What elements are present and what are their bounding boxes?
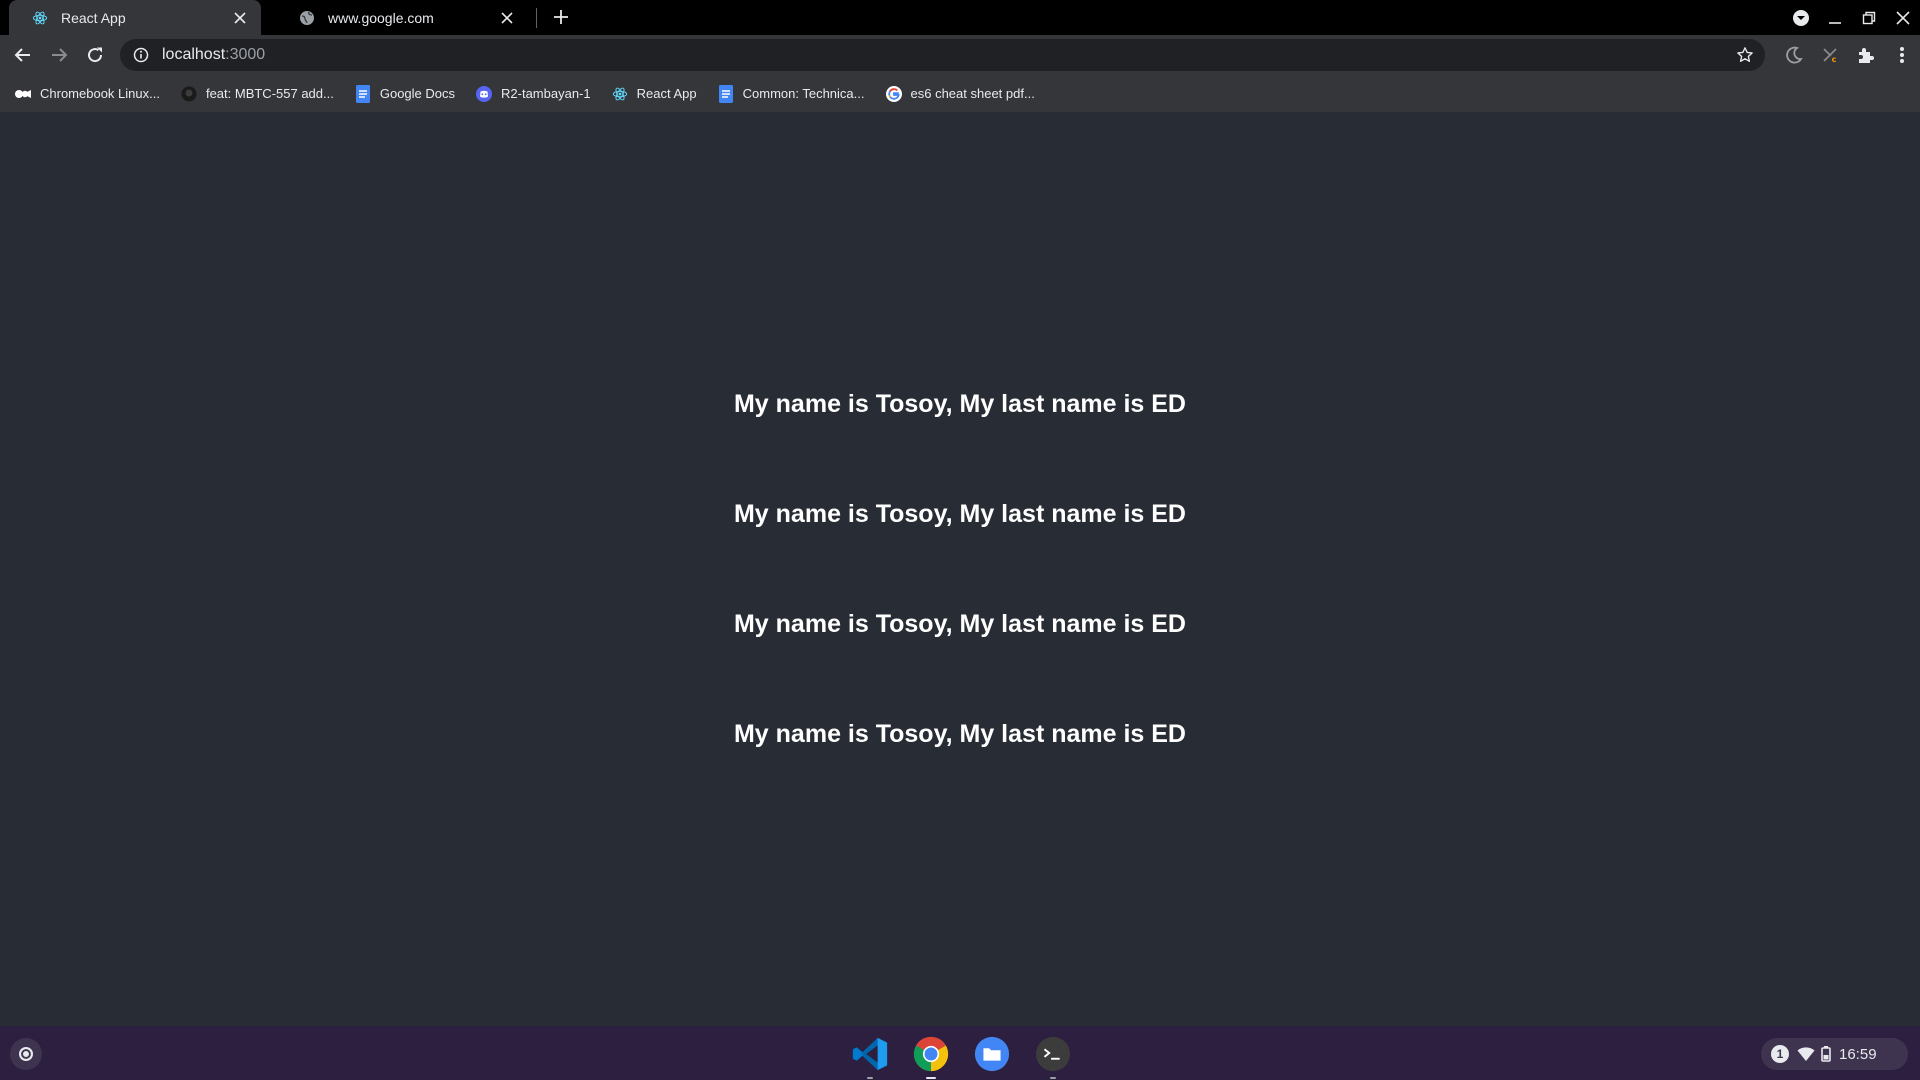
bookmark-common-technical[interactable]: Common: Technica... [717, 84, 865, 103]
window-controls [1784, 0, 1920, 35]
name-line: My name is Tosoy, My last name is ED [733, 390, 1186, 418]
restore-icon[interactable] [1852, 0, 1886, 35]
battery-icon [1821, 1046, 1831, 1062]
close-icon[interactable] [498, 9, 516, 27]
tab-react-app[interactable]: React App [9, 0, 261, 35]
docs-icon [717, 84, 735, 103]
extension-c-icon[interactable]: c [1812, 37, 1848, 73]
files-icon [973, 1035, 1011, 1073]
url-text: localhost:3000 [162, 46, 265, 64]
puzzle-icon[interactable] [1848, 37, 1884, 73]
files-app[interactable] [970, 1032, 1014, 1076]
chromeos-shelf: 1 16:59 [0, 1026, 1920, 1080]
bookmark-label: es6 cheat sheet pdf... [910, 86, 1035, 101]
bookmark-label: feat: MBTC-557 add... [205, 86, 334, 101]
vscode-icon [851, 1035, 889, 1073]
bookmark-google-docs[interactable]: Google Docs [354, 84, 456, 103]
tab-separator [536, 8, 537, 28]
tab-title: www.google.com [328, 9, 434, 26]
close-icon[interactable] [231, 9, 249, 27]
reload-icon[interactable] [77, 37, 113, 73]
bookmark-r2-tambayan[interactable]: R2-tambayan-1 [475, 85, 591, 103]
chrome-app[interactable] [909, 1032, 953, 1079]
tab-google[interactable]: www.google.com [276, 0, 528, 35]
shelf-apps [848, 1032, 1092, 1079]
running-indicator [926, 1077, 936, 1079]
name-line: My name is Tosoy, My last name is ED [733, 610, 1186, 638]
back-icon[interactable] [5, 37, 41, 73]
discord-icon [475, 85, 493, 103]
minimize-icon[interactable] [1818, 0, 1852, 35]
forward-icon[interactable] [41, 37, 77, 73]
bookmark-chromebook-linux[interactable]: Chromebook Linux... [14, 85, 160, 103]
svg-text:c: c [1832, 55, 1837, 64]
running-indicator [867, 1077, 873, 1079]
terminal-app[interactable] [1031, 1032, 1075, 1079]
close-window-icon[interactable] [1886, 0, 1920, 35]
new-tab-icon[interactable] [550, 6, 572, 28]
docs-icon [354, 84, 372, 103]
clock-time: 16:59 [1839, 1045, 1877, 1063]
google-g-icon [885, 85, 903, 103]
wifi-icon [1797, 1046, 1815, 1062]
url-port: :3000 [225, 46, 266, 63]
url-host: localhost [162, 46, 226, 63]
bookmarks-bar: Chromebook Linux... feat: MBTC-557 add..… [0, 75, 1920, 112]
chrome-icon [912, 1035, 950, 1073]
name-line: My name is Tosoy, My last name is ED [733, 720, 1186, 748]
toolbar-right: c [1776, 37, 1920, 73]
bookmark-feat-mbtc[interactable]: feat: MBTC-557 add... [180, 85, 334, 103]
bookmark-label: Google Docs [379, 86, 456, 101]
bookmark-react-app[interactable]: React App [611, 85, 697, 103]
profile-dropdown-icon[interactable] [1784, 0, 1818, 35]
terminal-icon [1034, 1035, 1072, 1073]
video-camera-icon [14, 85, 32, 103]
react-icon [611, 85, 629, 103]
more-menu-icon[interactable] [1884, 37, 1920, 73]
browser-toolbar: localhost:3000 c [0, 35, 1920, 75]
bookmark-label: R2-tambayan-1 [501, 86, 591, 101]
bookmark-label: Chromebook Linux... [40, 86, 160, 101]
tab-strip: React App www.google.com [0, 0, 1920, 35]
extension-moon-icon[interactable] [1776, 37, 1812, 73]
name-line: My name is Tosoy, My last name is ED [733, 500, 1186, 528]
notification-badge: 1 [1771, 1045, 1789, 1063]
running-indicator [1050, 1077, 1056, 1079]
launcher-icon [19, 1047, 33, 1061]
vscode-app[interactable] [848, 1032, 892, 1079]
tab-title: React App [61, 9, 126, 26]
page-content: My name is Tosoy, My last name is ED My … [0, 112, 1920, 1026]
launcher-button[interactable] [10, 1038, 42, 1070]
react-icon [31, 9, 49, 27]
github-icon [180, 85, 198, 103]
info-icon[interactable] [132, 46, 150, 64]
bookmark-es6-cheat-sheet[interactable]: es6 cheat sheet pdf... [885, 85, 1035, 103]
bookmark-label: Common: Technica... [742, 86, 865, 101]
globe-icon [298, 9, 316, 27]
address-bar[interactable]: localhost:3000 [120, 39, 1765, 71]
status-tray[interactable]: 1 16:59 [1761, 1038, 1908, 1070]
bookmark-label: React App [636, 86, 697, 101]
bookmark-star-icon[interactable] [1735, 45, 1755, 65]
